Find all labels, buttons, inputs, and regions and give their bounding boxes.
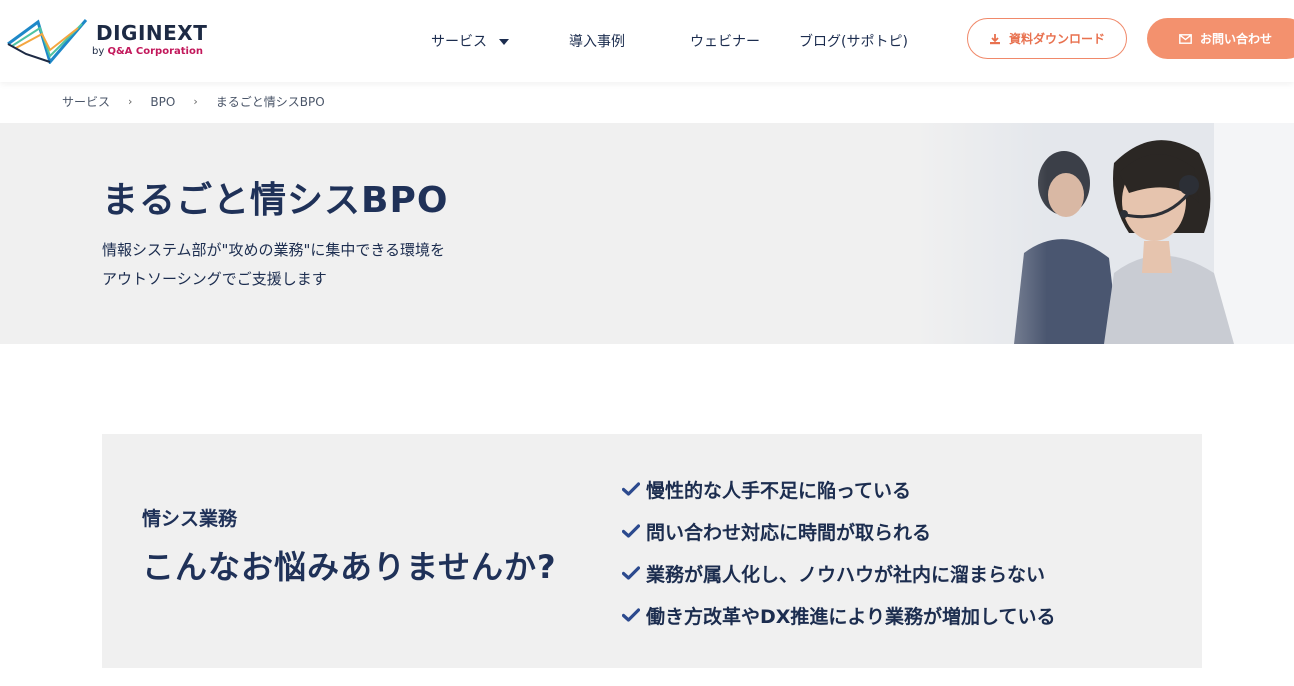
download-button[interactable]: 資料ダウンロード [967, 18, 1127, 59]
logo-company: Q&A Corporation [107, 46, 203, 57]
logo-tagline: by Q&A Corporation [92, 46, 203, 57]
contact-button[interactable]: お問い合わせ [1147, 18, 1294, 59]
problems-section: 情シス業務 こんなお悩みありませんか? 慢性的な人手不足に陥っている 問い合わせ… [102, 434, 1202, 668]
hero-section: まるごと情シスBPO 情報システム部が"攻めの業務"に集中できる環境を アウトソ… [0, 123, 1294, 344]
breadcrumb-item-current: まるごと情シスBPO [215, 95, 325, 109]
check-icon [622, 608, 640, 622]
nav-item-label: 導入事例 [569, 34, 625, 50]
contact-button-label: お問い合わせ [1200, 32, 1273, 46]
nav-item-webinar[interactable]: ウェビナー [690, 31, 760, 51]
nav-item-label: ウェビナー [690, 34, 760, 50]
nav-item-blog[interactable]: ブログ(サポトピ) [799, 31, 908, 51]
logo[interactable]: DIGINEXT by Q&A Corporation [6, 16, 208, 64]
problem-text: 問い合わせ対応に時間が取られる [646, 521, 932, 544]
problem-list: 慢性的な人手不足に陥っている 問い合わせ対応に時間が取られる 業務が属人化し、ノ… [622, 468, 1055, 636]
list-item: 業務が属人化し、ノウハウが社内に溜まらない [622, 552, 1055, 594]
site-header: DIGINEXT by Q&A Corporation サービス 導入事例 ウェ… [0, 0, 1294, 82]
list-item: 働き方改革やDX推進により業務が増加している [622, 594, 1055, 636]
check-icon [622, 482, 640, 496]
list-item: 問い合わせ対応に時間が取られる [622, 510, 1055, 552]
problems-kicker: 情シス業務 [142, 508, 238, 530]
hero-photo [914, 123, 1294, 344]
problem-text: 働き方改革やDX推進により業務が増加している [646, 605, 1056, 628]
logo-tagline-prefix: by [92, 46, 108, 57]
caret-down-icon [499, 39, 509, 45]
check-icon [622, 566, 640, 580]
nav-item-services[interactable]: サービス [431, 31, 509, 51]
nav-item-case-studies[interactable]: 導入事例 [569, 31, 625, 51]
logo-wordmark: DIGINEXT [96, 21, 208, 45]
nav-item-label: サービス [431, 34, 487, 50]
hero-description-line: アウトソーシングでご支援します [102, 270, 327, 288]
check-icon [622, 524, 640, 538]
download-icon [989, 33, 1000, 44]
problem-text: 慢性的な人手不足に陥っている [646, 479, 912, 502]
mail-icon [1179, 33, 1192, 44]
download-button-label: 資料ダウンロード [1008, 32, 1105, 46]
hero-description: 情報システム部が"攻めの業務"に集中できる環境を アウトソーシングでご支援します [102, 236, 445, 294]
list-item: 慢性的な人手不足に陥っている [622, 468, 1055, 510]
chevron-right-icon: › [193, 95, 198, 108]
hero-description-line: 情報システム部が"攻めの業務"に集中できる環境を [102, 241, 446, 259]
logo-mark-icon [7, 19, 88, 64]
nav-item-label: ブログ(サポトピ) [799, 34, 908, 50]
page-title: まるごと情シスBPO [102, 180, 449, 221]
breadcrumb-item-services[interactable]: サービス [62, 93, 110, 110]
problems-heading: こんなお悩みありませんか? [142, 548, 557, 586]
chevron-right-icon: › [128, 95, 133, 108]
breadcrumb-item-bpo[interactable]: BPO [150, 95, 175, 109]
problem-text: 業務が属人化し、ノウハウが社内に溜まらない [646, 563, 1046, 586]
breadcrumb: サービス › BPO › まるごと情シスBPO [62, 93, 325, 110]
